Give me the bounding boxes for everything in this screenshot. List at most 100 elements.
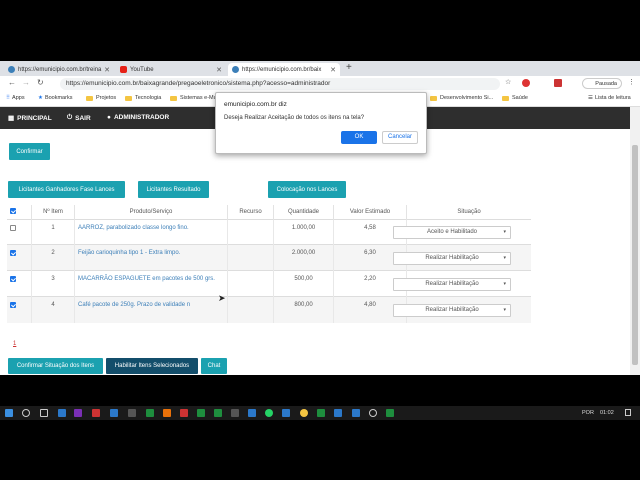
nav-administrador[interactable]: ● ADMINISTRADOR (107, 114, 169, 121)
app-icon[interactable] (352, 409, 360, 417)
back-icon[interactable]: ← (8, 78, 16, 87)
app-icon[interactable] (248, 409, 256, 417)
folder-icon (502, 95, 509, 101)
dialog-ok-button[interactable]: OK (341, 131, 377, 144)
apps-icon: ⠿ (6, 95, 11, 101)
whatsapp-icon[interactable] (265, 409, 273, 417)
situacao-select[interactable]: Realizar Habilitação ▾ (393, 278, 511, 291)
item-number: 3 (31, 270, 75, 297)
close-icon[interactable]: ✕ (216, 66, 222, 74)
close-icon[interactable]: ✕ (104, 66, 110, 74)
pagination-link[interactable]: 1 (13, 341, 16, 347)
bookmark-saude[interactable]: Saúde (502, 95, 528, 101)
situacao-select[interactable]: Aceito e Habilitado ▾ (393, 226, 511, 239)
chrome-icon[interactable] (300, 409, 308, 417)
profile-button[interactable]: Pausada (582, 78, 622, 89)
folder-icon (125, 95, 132, 101)
app-icon[interactable] (334, 409, 342, 417)
colocacao-lances-button[interactable]: Colocação nos Lances (268, 181, 346, 198)
confirmar-situacao-button[interactable]: Confirmar Situação dos Itens (8, 358, 103, 374)
app-icon[interactable] (369, 409, 377, 417)
user-icon: ● (107, 114, 111, 121)
url-field[interactable]: https://emunicipio.com.br/baixagrande/pr… (60, 78, 500, 90)
app-icon[interactable] (74, 409, 82, 417)
chat-button[interactable]: Chat (201, 358, 227, 374)
item-number: 2 (31, 244, 75, 271)
app-icon[interactable] (146, 409, 154, 417)
bookmark-desenvolvimento[interactable]: Desenvolvimento Si... (430, 95, 493, 101)
clock[interactable]: 01:02 (600, 410, 614, 416)
row-checkbox[interactable] (10, 250, 16, 256)
search-icon[interactable] (22, 409, 30, 417)
folder-icon (430, 95, 437, 101)
app-icon[interactable] (317, 409, 325, 417)
page-scrollbar[interactable] (630, 107, 640, 375)
nav-sair[interactable]: ⏻ SAIR (67, 114, 91, 122)
language-indicator[interactable]: POR (582, 410, 594, 416)
app-icon[interactable] (110, 409, 118, 417)
bookmark-sistemas[interactable]: Sistemas e-Mu (170, 95, 217, 101)
row-checkbox[interactable] (10, 302, 16, 308)
menu-icon[interactable]: ⋮ (628, 78, 635, 86)
col-quantidade: Quantidade (273, 205, 334, 220)
new-tab-button[interactable]: + (346, 62, 352, 73)
bookmark-lista-leitura[interactable]: ☰ Lista de leitura (588, 95, 631, 101)
bookmark-tecnologia[interactable]: Tecnologia (125, 95, 161, 101)
pdf-icon[interactable] (554, 79, 562, 87)
situacao-select[interactable]: Realizar Habilitação ▾ (393, 304, 511, 317)
quantity: 500,00 (273, 270, 334, 297)
task-view-icon[interactable] (40, 409, 48, 417)
app-icon[interactable] (282, 409, 290, 417)
row-checkbox[interactable] (10, 225, 16, 231)
notification-icon[interactable] (625, 409, 631, 416)
app-icon[interactable] (386, 409, 394, 417)
app-icon[interactable] (197, 409, 205, 417)
reading-list-icon: ☰ (588, 95, 593, 101)
dialog-cancel-button[interactable]: Cancelar (382, 131, 418, 144)
confirmar-button[interactable]: Confirmar (9, 143, 50, 160)
select-all-checkbox[interactable] (10, 208, 16, 214)
app-icon[interactable] (128, 409, 136, 417)
close-icon[interactable]: ✕ (330, 66, 336, 74)
tab-treinamento[interactable]: https://emunicipio.com.br/treina ✕ (4, 63, 114, 76)
app-icon[interactable] (214, 409, 222, 417)
tab-title: https://emunicipio.com.br/treina (18, 66, 102, 73)
quantity: 1.000,00 (273, 219, 334, 245)
item-number: 4 (31, 296, 75, 323)
forward-icon[interactable]: → (22, 78, 30, 87)
extension-icon[interactable] (522, 79, 530, 87)
quantity: 800,00 (273, 296, 334, 323)
item-number: 1 (31, 219, 75, 245)
reload-icon[interactable]: ↻ (37, 78, 44, 87)
nav-principal[interactable]: ▦ PRINCIPAL (8, 114, 52, 123)
licitantes-ganhadores-button[interactable]: Licitantes Ganhadores Fase Lances (8, 181, 125, 198)
globe-icon (232, 66, 239, 73)
app-icon[interactable] (58, 409, 66, 417)
power-icon: ⏻ (67, 114, 73, 121)
star-icon: ★ (38, 95, 43, 101)
col-recurso: Recurso (227, 205, 274, 220)
app-icon[interactable] (92, 409, 100, 417)
bookmark-apps[interactable]: ⠿ Apps (6, 95, 25, 101)
bookmark-projetos[interactable]: Projetos (86, 95, 116, 101)
licitantes-resultado-button[interactable]: Licitantes Resultado (138, 181, 209, 198)
windows-start-icon[interactable] (5, 409, 13, 417)
tab-active[interactable]: https://emunicipio.com.br/baix ✕ (228, 63, 340, 76)
dialog-title: emunicipio.com.br diz (224, 101, 287, 108)
address-bar: ← → ↻ https://emunicipio.com.br/baixagra… (0, 76, 640, 92)
scrollbar-thumb[interactable] (632, 145, 638, 365)
app-icon[interactable] (163, 409, 171, 417)
youtube-icon (120, 66, 127, 73)
row-checkbox[interactable] (10, 276, 16, 282)
bookmark-bookmarks[interactable]: ★ Bookmarks (38, 95, 72, 101)
col-item: Nº Item (31, 205, 75, 220)
tab-youtube[interactable]: YouTube ✕ (116, 63, 226, 76)
chevron-down-icon: ▾ (503, 307, 506, 313)
app-icon[interactable] (231, 409, 239, 417)
situacao-select[interactable]: Realizar Habilitação ▾ (393, 252, 511, 265)
star-icon[interactable]: ☆ (505, 78, 511, 86)
app-icon[interactable] (180, 409, 188, 417)
product-description: Feijão carioquinha tipo 1 - Extra limpo. (78, 250, 181, 256)
windows-taskbar: POR 01:02 (0, 406, 640, 420)
habilitar-itens-button[interactable]: Habilitar Itens Selecionados (106, 358, 198, 374)
